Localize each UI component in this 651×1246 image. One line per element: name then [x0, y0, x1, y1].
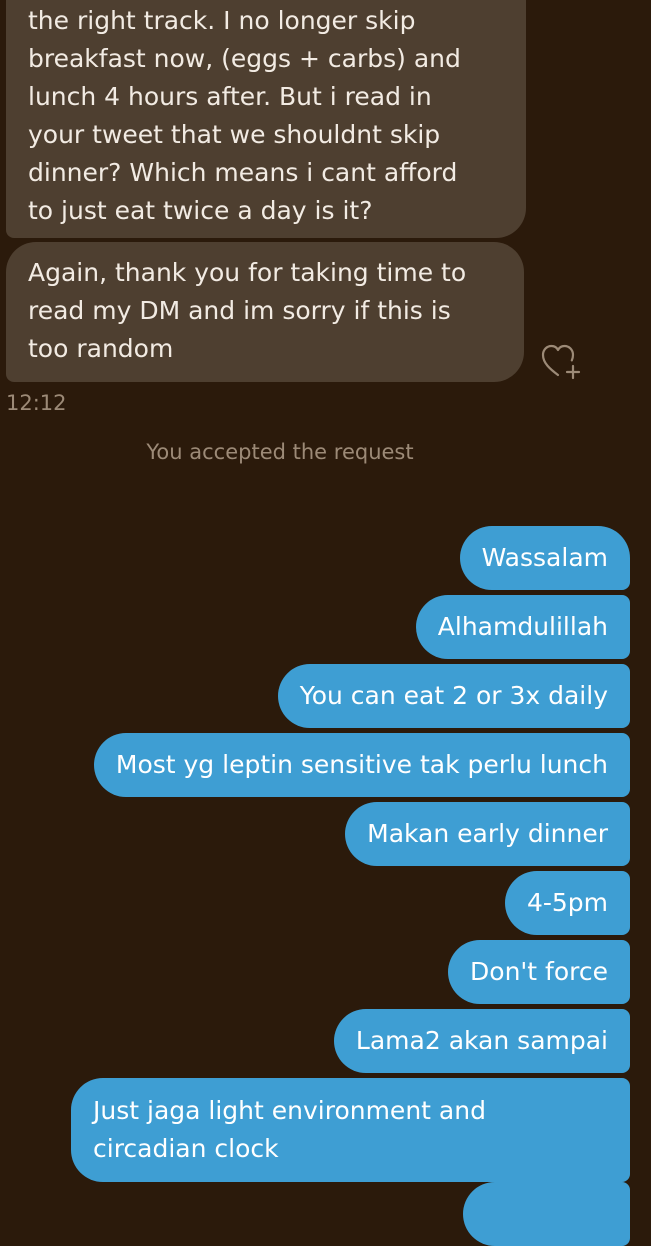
message-line: lunch 4 hours after. But i read in — [28, 82, 432, 111]
outgoing-message[interactable]: 4-5pm — [504, 871, 630, 935]
message-text: Wassalam — [481, 543, 608, 572]
message-timestamp: 12:12 — [6, 391, 67, 415]
message-line: dinner? Which means i cant afford — [28, 158, 458, 187]
message-line: Just jaga light environment and — [93, 1096, 486, 1125]
outgoing-message[interactable]: You can eat 2 or 3x daily — [277, 664, 630, 728]
message-line: Again, thank you for taking time to — [28, 258, 467, 287]
message-text: Lama2 akan sampai — [355, 1026, 608, 1055]
heart-plus-icon[interactable] — [540, 342, 584, 382]
outgoing-message[interactable]: Lama2 akan sampai — [333, 1009, 630, 1073]
incoming-message[interactable]: Again, thank you for taking time to read… — [6, 242, 524, 382]
message-text: Most yg leptin sensitive tak perlu lunch — [115, 750, 608, 779]
message-text: Alhamdulillah — [437, 612, 608, 641]
message-line: your tweet that we shouldnt skip — [28, 120, 441, 149]
message-line: circadian clock — [93, 1134, 279, 1163]
outgoing-message[interactable]: Just jaga light environment and circadia… — [71, 1078, 630, 1182]
outgoing-message[interactable]: Alhamdulillah — [415, 595, 630, 659]
message-line: too random — [28, 334, 174, 363]
system-note: You accepted the request — [146, 440, 414, 464]
message-text: Don't force — [470, 957, 608, 986]
message-text: 4-5pm — [526, 888, 608, 917]
outgoing-message[interactable]: Most yg leptin sensitive tak perlu lunch — [93, 733, 630, 797]
outgoing-message[interactable]: Wassalam — [459, 526, 630, 590]
message-text: Makan early dinner — [367, 819, 608, 848]
outgoing-message-partial[interactable] — [463, 1182, 630, 1246]
outgoing-message[interactable]: Don't force — [448, 940, 630, 1004]
message-line: read my DM and im sorry if this is — [28, 296, 451, 325]
outgoing-message[interactable]: Makan early dinner — [345, 802, 630, 866]
message-line: the right track. I no longer skip — [28, 6, 416, 35]
message-line: breakfast now, (eggs + carbs) and — [28, 44, 461, 73]
message-text: You can eat 2 or 3x daily — [299, 681, 608, 710]
incoming-message[interactable]: the right track. I no longer skip breakf… — [6, 0, 526, 238]
conversation-view: the right track. I no longer skip breakf… — [0, 0, 651, 1246]
message-line: to just eat twice a day is it? — [28, 196, 373, 225]
